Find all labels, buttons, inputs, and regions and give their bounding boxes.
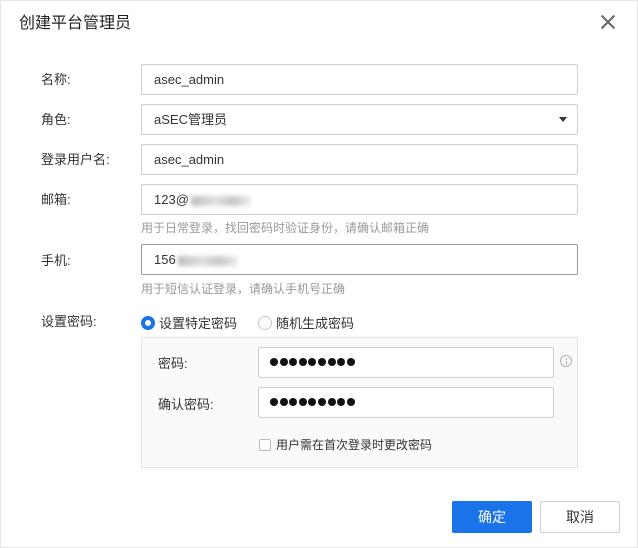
password-input[interactable]: [258, 347, 554, 378]
create-admin-dialog: 创建平台管理员 名称: asec_admin 角色: aSEC管理员 登录用户名…: [0, 0, 638, 548]
force-change-label: 用户需在首次登录时更改密码: [276, 438, 433, 452]
close-icon[interactable]: [599, 13, 617, 31]
radio-random-password-label: 随机生成密码: [276, 316, 355, 331]
username-label: 登录用户名:: [41, 152, 110, 167]
radio-specific-password-label: 设置特定密码: [159, 316, 238, 331]
phone-value: 156: [154, 252, 176, 267]
cancel-button[interactable]: 取消: [540, 501, 620, 533]
confirm-password-input[interactable]: [258, 387, 554, 418]
redacted-email-blur: [190, 195, 251, 206]
role-label: 角色:: [41, 112, 71, 127]
ok-button[interactable]: 确定: [452, 501, 532, 533]
email-hint: 用于日常登录，找回密码时验证身份，请确认邮箱正确: [141, 221, 430, 235]
username-input[interactable]: asec_admin: [141, 144, 578, 175]
dialog-title: 创建平台管理员: [19, 15, 132, 32]
checkbox-icon: [259, 438, 271, 451]
name-label: 名称:: [41, 72, 71, 87]
password-mode-label: 设置密码:: [41, 314, 97, 329]
name-value: asec_admin: [154, 72, 225, 87]
phone-label: 手机:: [41, 253, 71, 268]
name-input[interactable]: asec_admin: [141, 64, 578, 95]
email-value: 123@: [154, 192, 189, 207]
password-label: 密码:: [158, 356, 188, 371]
confirm-password-mask: [270, 398, 356, 406]
caret-down-icon: [559, 117, 567, 122]
phone-input[interactable]: 156: [141, 244, 578, 275]
radio-unchecked-icon: [258, 315, 272, 330]
radio-random-password[interactable]: 随机生成密码: [258, 313, 354, 332]
redacted-phone-blur: [177, 255, 238, 266]
username-value: asec_admin: [154, 152, 225, 167]
role-value: aSEC管理员: [154, 112, 227, 127]
confirm-password-label: 确认密码:: [158, 397, 214, 412]
password-mask: [270, 358, 356, 366]
email-input[interactable]: 123@: [141, 184, 578, 215]
info-icon[interactable]: [560, 355, 572, 367]
radio-checked-icon: [141, 315, 155, 330]
email-label: 邮箱:: [41, 192, 71, 207]
radio-specific-password[interactable]: 设置特定密码: [141, 313, 237, 332]
role-select[interactable]: aSEC管理员: [141, 104, 578, 135]
phone-hint: 用于短信认证登录，请确认手机号正确: [141, 282, 346, 296]
force-change-checkbox[interactable]: 用户需在首次登录时更改密码: [259, 436, 432, 453]
